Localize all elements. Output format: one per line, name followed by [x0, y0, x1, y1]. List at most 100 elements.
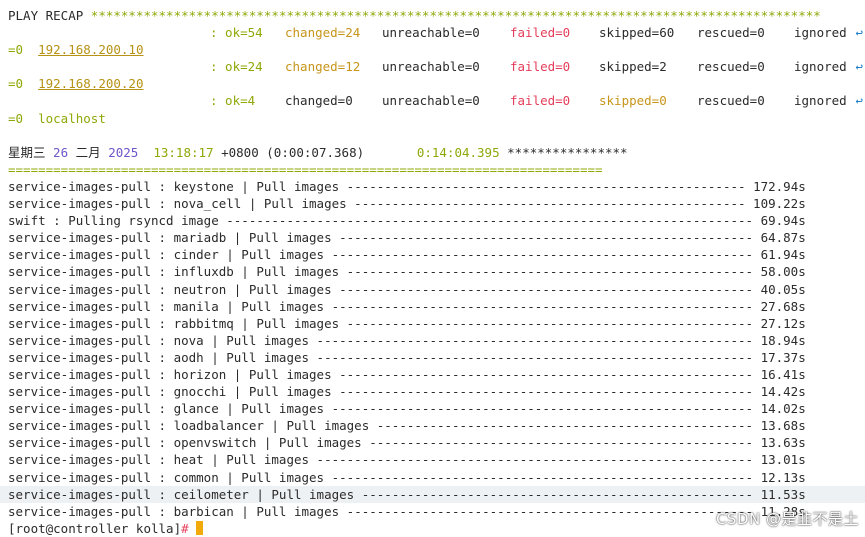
recap-stars: ****************************************… [90, 8, 821, 23]
task-row: swift : Pulling rsyncd image -----------… [8, 212, 865, 229]
task-row: service-images-pull : neutron | Pull ima… [8, 281, 865, 298]
task-row: service-images-pull : horizon | Pull ima… [8, 366, 865, 383]
task-duration: 64.87s [760, 230, 806, 246]
task-name: service-images-pull : rabbitmq | Pull im… [8, 315, 340, 331]
task-name: service-images-pull : gnocchi | Pull ima… [8, 384, 332, 400]
task-dash-leader: ----------------------------------------… [339, 315, 761, 331]
cursor-icon [196, 520, 204, 535]
task-row: service-images-pull : nova_cell | Pull i… [8, 195, 865, 212]
task-name: service-images-pull : loadbalancer | Pul… [8, 418, 370, 434]
task-duration: 13.01s [760, 452, 806, 468]
recap-wrap: =0 [8, 75, 865, 92]
task-duration: 14.02s [760, 401, 806, 417]
task-row: service-images-pull : manila | Pull imag… [8, 298, 865, 315]
task-name: service-images-pull : ceilometer | Pull … [8, 486, 355, 502]
task-timing-list: service-images-pull : keystone | Pull im… [0, 178, 865, 520]
elapsed-time: (0:00:07.368) [266, 144, 365, 160]
skipped-count: skipped=60 [599, 25, 675, 41]
ignored-label: ignored [794, 93, 847, 109]
task-row: service-images-pull : common | Pull imag… [8, 469, 865, 486]
task-dash-leader: ----------------------------------------… [218, 213, 761, 229]
task-name: service-images-pull : manila | Pull imag… [8, 298, 325, 314]
task-row: service-images-pull : nova | Pull images… [8, 332, 865, 349]
ignored-label: ignored [794, 59, 847, 75]
task-duration: 11.53s [760, 486, 806, 502]
total-time: 0:14:04.395 [416, 144, 500, 160]
task-row: service-images-pull : keystone | Pull im… [8, 178, 865, 195]
changed-count: changed=12 [285, 59, 361, 75]
task-duration: 172.94s [753, 178, 806, 194]
task-dash-leader: ----------------------------------------… [369, 418, 761, 434]
task-dash-leader: ----------------------------------------… [339, 503, 761, 519]
task-name: service-images-pull : heat | Pull images [8, 452, 310, 468]
task-dash-leader: ----------------------------------------… [361, 435, 761, 451]
task-row: service-images-pull : gnocchi | Pull ima… [8, 383, 865, 400]
task-duration: 58.00s [760, 264, 806, 280]
rescued-count: rescued=0 [697, 93, 765, 109]
task-name: service-images-pull : nova | Pull images [8, 332, 310, 348]
unreachable-count: unreachable=0 [382, 25, 480, 41]
task-dash-leader: ----------------------------------------… [324, 401, 761, 417]
task-name: service-images-pull : common | Pull imag… [8, 469, 325, 485]
task-duration: 13.68s [760, 418, 806, 434]
task-dash-leader: ----------------------------------------… [331, 366, 761, 382]
task-name: service-images-pull : barbican | Pull im… [8, 503, 340, 519]
task-duration: 18.94s [760, 332, 806, 348]
failed-count: failed=0 [510, 93, 571, 109]
prompt-symbol: # [181, 520, 189, 536]
task-duration: 61.94s [760, 247, 806, 263]
year: 2025 [108, 144, 139, 160]
skipped-count: skipped=0 [599, 93, 667, 109]
task-duration: 27.68s [760, 298, 806, 314]
changed-count: changed=24 [285, 25, 361, 41]
changed-count: changed=0 [285, 93, 353, 109]
task-name: swift : Pulling rsyncd image [8, 213, 219, 229]
rescued-count: rescued=0 [697, 25, 765, 41]
month: 二月 [75, 144, 101, 160]
task-name: service-images-pull : cinder | Pull imag… [8, 247, 325, 263]
task-duration: 14.42s [760, 384, 806, 400]
watermark: CSDN @是韭不是土 [715, 510, 859, 528]
rescued-count: rescued=0 [697, 59, 765, 75]
task-duration: 12.13s [760, 469, 806, 485]
task-dash-leader: ----------------------------------------… [331, 384, 761, 400]
ok-count: : ok=4 [210, 93, 256, 109]
recap-wrap: =0 [8, 110, 865, 127]
task-name: service-images-pull : keystone | Pull im… [8, 178, 340, 194]
day: 26 [53, 144, 69, 160]
task-duration: 69.94s [760, 213, 806, 229]
recap-row: 192.168.200.20 : ok=24 changed=12 unreac… [8, 58, 865, 91]
timing-stars: **************** [507, 144, 628, 160]
task-row: service-images-pull : aodh | Pull images… [8, 349, 865, 366]
task-duration: 27.12s [760, 315, 806, 331]
unreachable-count: unreachable=0 [382, 59, 480, 75]
timezone: +0800 [221, 144, 259, 160]
recap-row: localhost : ok=4 changed=0 unreachable=0… [8, 92, 865, 125]
task-dash-leader: ----------------------------------------… [324, 247, 761, 263]
recap-title: PLAY RECAP [8, 8, 84, 23]
task-name: service-images-pull : aodh | Pull images [8, 349, 310, 365]
skipped-count: skipped=2 [599, 59, 667, 75]
task-duration: 40.05s [760, 281, 806, 297]
task-dash-leader: ----------------------------------------… [309, 332, 761, 348]
ignored-label: ignored [794, 25, 847, 41]
ignored-count: =0 [8, 110, 24, 126]
rule-text: ========================================… [8, 161, 603, 177]
task-name: service-images-pull : nova_cell | Pull i… [8, 196, 347, 212]
task-dash-leader: ----------------------------------------… [309, 349, 761, 365]
ok-count: : ok=54 [210, 25, 263, 41]
task-dash-leader: ----------------------------------------… [339, 178, 754, 194]
task-row: service-images-pull : influxdb | Pull im… [8, 263, 865, 280]
separator-rule: ========================================… [8, 161, 865, 178]
line-wrap-icon: ↩ [855, 93, 863, 109]
terminal-output: PLAY RECAP *****************************… [0, 7, 865, 537]
ok-count: : ok=24 [210, 59, 263, 75]
failed-count: failed=0 [510, 59, 571, 75]
task-name: service-images-pull : horizon | Pull ima… [8, 366, 332, 382]
task-name: service-images-pull : mariadb | Pull ima… [8, 230, 332, 246]
task-dash-leader: ----------------------------------------… [346, 196, 754, 212]
task-row: service-images-pull : glance | Pull imag… [8, 400, 865, 417]
task-row: service-images-pull : mariadb | Pull ima… [8, 229, 865, 246]
task-name: service-images-pull : openvswitch | Pull… [8, 435, 362, 451]
